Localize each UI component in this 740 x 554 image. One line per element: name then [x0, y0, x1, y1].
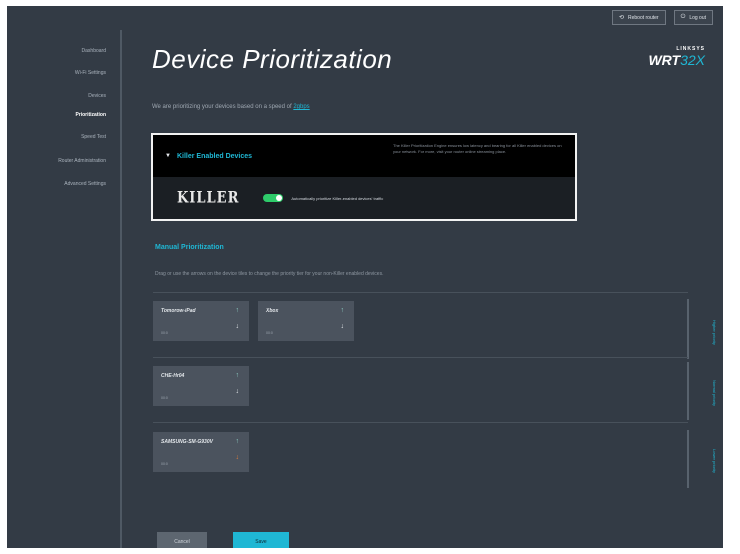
manual-prioritization-title: Manual Prioritization: [155, 244, 224, 251]
brand-model: 32X: [680, 52, 705, 68]
row-label-normal: Normal priority: [712, 379, 717, 406]
caret-down-icon: ▼: [165, 153, 171, 159]
reboot-icon: ⟲: [618, 15, 624, 21]
speed-subtitle: We are prioritizing your devices based o…: [152, 104, 310, 110]
device-mac: 00:0: [266, 331, 273, 335]
arrow-up-icon[interactable]: ↑: [236, 307, 240, 314]
device-tile[interactable]: Tomorow-iPad 00:0 ↑ ↓: [153, 301, 249, 341]
auto-prioritize-toggle[interactable]: [263, 194, 284, 202]
row-handle-normal: [687, 362, 689, 420]
killer-section-label: Killer Enabled Devices: [176, 152, 253, 160]
sidebar-divider: [120, 30, 122, 548]
speed-subtitle-text: We are prioritizing your devices based o…: [152, 104, 292, 110]
arrow-down-icon[interactable]: ↓: [236, 323, 240, 330]
brand-logo: LINKSYS WRT32X: [648, 46, 705, 68]
router-app: ⟲ Reboot router ⏻ Log out Dashboard Wi-F…: [7, 6, 723, 548]
sidebar-item-router-administration[interactable]: Router Administration: [58, 158, 106, 164]
reboot-label: Reboot router: [627, 14, 659, 21]
row-top-line: [153, 292, 688, 293]
device-mac: 00:0: [161, 396, 168, 400]
brand-main: WRT: [648, 52, 681, 68]
logout-label: Log out: [689, 14, 706, 21]
sidebar-item-wifi-settings[interactable]: Wi-Fi Settings: [75, 70, 106, 76]
killer-description: The Killer Prioritization Engine ensures…: [393, 143, 562, 154]
device-name: CHE-Hr04: [161, 373, 185, 379]
arrow-down-icon[interactable]: ↓: [236, 454, 240, 461]
reboot-router-button[interactable]: ⟲ Reboot router: [611, 10, 666, 25]
arrow-down-icon[interactable]: ↓: [341, 323, 345, 330]
sidebar-item-devices[interactable]: Devices: [88, 93, 106, 99]
killer-panel-header[interactable]: ▼ Killer Enabled Devices The Killer Prio…: [153, 135, 575, 177]
power-icon: ⏻: [680, 14, 686, 20]
row-label-higher: Higher priority: [712, 319, 717, 345]
device-tile[interactable]: Xbox 00:0 ↑ ↓: [258, 301, 354, 341]
sidebar-item-advanced-settings[interactable]: Advanced Settings: [64, 181, 106, 187]
auto-prioritize-label: Automatically prioritize Killer-enabled …: [291, 195, 384, 201]
save-button[interactable]: Save: [233, 532, 289, 548]
screen-frame: ⟲ Reboot router ⏻ Log out Dashboard Wi-F…: [0, 0, 740, 554]
arrow-up-icon[interactable]: ↑: [236, 438, 240, 445]
sidebar-item-speed-test[interactable]: Speed Test: [81, 134, 106, 140]
device-mac: 00:0: [161, 331, 168, 335]
row-handle-lower: [687, 430, 689, 488]
row-divider: [153, 422, 688, 423]
device-mac: 00:0: [161, 462, 168, 466]
device-name: SAMSUNG-SM-G930V: [161, 439, 213, 445]
page-title: Device Prioritization: [152, 44, 393, 74]
top-bar: ⟲ Reboot router ⏻ Log out: [611, 10, 713, 25]
row-label-lower: Lower priority: [712, 448, 717, 473]
killer-panel: ▼ Killer Enabled Devices The Killer Prio…: [151, 133, 577, 221]
killer-logo: KILLER: [177, 189, 240, 207]
row-divider: [153, 357, 688, 358]
device-tile[interactable]: SAMSUNG-SM-G930V 00:0 ↑ ↓: [153, 432, 249, 472]
device-name: Tomorow-iPad: [161, 308, 196, 314]
sidebar-item-prioritization[interactable]: Prioritization: [75, 112, 106, 118]
device-tile[interactable]: CHE-Hr04 00:0 ↑ ↓: [153, 366, 249, 406]
device-name: Xbox: [266, 308, 279, 314]
sidebar-item-dashboard[interactable]: Dashboard: [82, 48, 106, 54]
manual-prioritization-description: Drag or use the arrows on the device til…: [155, 271, 384, 277]
arrow-up-icon[interactable]: ↑: [236, 372, 240, 379]
toggle-knob: [276, 195, 283, 201]
arrow-up-icon[interactable]: ↑: [341, 307, 345, 314]
logout-button[interactable]: ⏻ Log out: [673, 10, 713, 25]
cancel-button[interactable]: Cancel: [157, 532, 207, 548]
speed-link[interactable]: 2gbps: [293, 104, 309, 110]
row-handle-higher: [687, 299, 689, 359]
arrow-down-icon[interactable]: ↓: [236, 388, 240, 395]
killer-panel-footer: KILLER Automatically prioritize Killer-e…: [153, 177, 575, 219]
brand-model-text: WRT32X: [648, 52, 705, 68]
